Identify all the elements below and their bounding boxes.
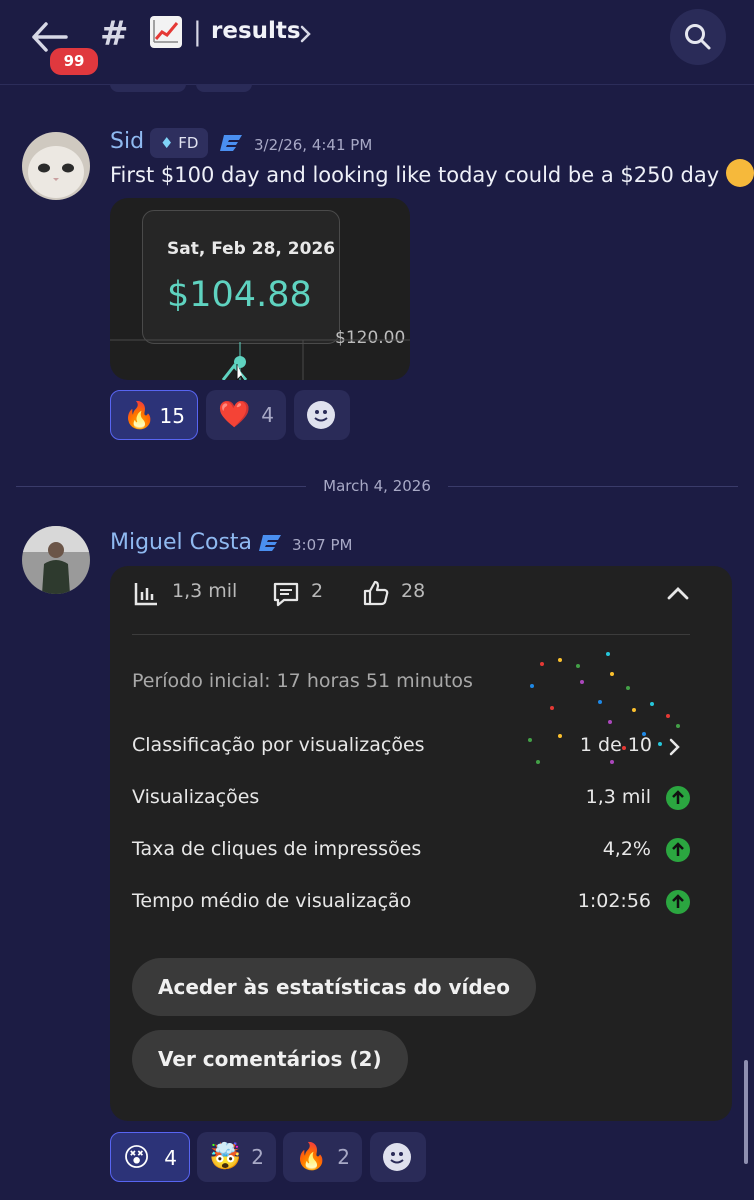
divider-line	[16, 486, 306, 487]
likes-count: 28	[401, 580, 426, 602]
stat-value: 4,2%	[602, 838, 651, 860]
trend-up-icon	[666, 786, 690, 810]
dizzy-face-emoji: 😵	[123, 1143, 151, 1173]
partying-face-emoji	[725, 159, 754, 187]
channel-separator: |	[193, 17, 202, 47]
card-divider	[132, 634, 690, 635]
comments-count: 2	[311, 580, 324, 602]
reaction-count: 4	[164, 1146, 177, 1170]
stat-label: Tempo médio de visualização	[132, 890, 412, 912]
reaction-fire[interactable]: 🔥 15	[110, 390, 198, 440]
previous-reaction-stub	[110, 84, 186, 92]
username[interactable]: Sid	[110, 129, 144, 154]
scrollbar[interactable]	[744, 1060, 748, 1164]
trend-up-icon	[666, 838, 690, 862]
avatar[interactable]	[22, 132, 90, 200]
lock-hash-icon: #	[100, 14, 129, 54]
server-badge-icon	[220, 135, 242, 151]
bar-chart-icon	[134, 583, 157, 606]
reaction-exploding-head[interactable]: 🤯 2	[197, 1132, 276, 1182]
add-reaction-button[interactable]	[294, 390, 350, 440]
search-icon	[685, 24, 711, 50]
chevron-right-icon[interactable]	[300, 25, 312, 43]
gem-icon: ♦	[160, 134, 174, 152]
reaction-fire[interactable]: 🔥 2	[283, 1132, 362, 1182]
chart-lines	[110, 339, 410, 380]
exploding-head-emoji: 🤯	[209, 1142, 242, 1172]
timestamp: 3:07 PM	[292, 536, 353, 554]
channel-header: 99 # | results	[0, 0, 754, 85]
view-comments-button[interactable]: Ver comentários (2)	[132, 1030, 408, 1088]
stat-label: Classificação por visualizações	[132, 734, 425, 756]
avatar[interactable]	[22, 526, 90, 594]
add-reaction-button[interactable]	[370, 1132, 426, 1182]
stat-value: 1 de 10	[579, 734, 652, 756]
stat-label: Taxa de cliques de impressões	[132, 838, 422, 860]
video-stats-card[interactable]: 1,3 mil 2 28 Período inicial: 17 horas 5…	[110, 566, 732, 1121]
reaction-count: 4	[261, 403, 274, 427]
previous-reaction-stub	[196, 84, 252, 92]
timestamp: 3/2/26, 4:41 PM	[254, 136, 373, 154]
channel-name[interactable]: results	[211, 18, 301, 44]
reaction-count: 15	[159, 404, 185, 428]
add-reaction-icon	[383, 1143, 411, 1171]
search-button[interactable]	[670, 9, 726, 65]
add-reaction-icon	[307, 401, 335, 429]
views-count: 1,3 mil	[172, 580, 238, 602]
chevron-right-icon[interactable]	[668, 737, 682, 757]
reaction-count: 2	[337, 1145, 350, 1169]
chart-increasing-emoji	[150, 16, 182, 48]
unread-badge: 99	[47, 45, 101, 78]
stat-value: 1:02:56	[577, 890, 651, 912]
reaction-heart[interactable]: ❤️ 4	[206, 390, 286, 440]
stat-label: Visualizações	[132, 786, 260, 808]
thumbs-up-icon	[363, 580, 389, 606]
trend-up-icon	[666, 890, 690, 914]
message-text: First $100 day and looking like today co…	[110, 159, 754, 190]
chevron-up-icon[interactable]	[666, 584, 690, 602]
image-attachment[interactable]: Sat, Feb 28, 2026 $104.88 $120.00	[110, 198, 410, 380]
reaction-dizzy-face[interactable]: 😵 4	[110, 1132, 190, 1182]
fire-emoji: 🔥	[123, 401, 156, 431]
comment-icon	[273, 582, 299, 607]
tag-label: FD	[178, 134, 199, 152]
user-tag: ♦ FD	[150, 128, 209, 158]
video-stats-button[interactable]: Aceder às estatísticas do vídeo	[132, 958, 536, 1016]
stat-value: 1,3 mil	[585, 786, 651, 808]
divider-line	[448, 486, 738, 487]
date-divider: March 4, 2026	[323, 477, 431, 495]
fire-emoji: 🔥	[295, 1142, 328, 1172]
heart-emoji: ❤️	[218, 400, 251, 430]
reaction-count: 2	[251, 1145, 264, 1169]
username[interactable]: Miguel Costa	[110, 530, 252, 555]
initial-period: Período inicial: 17 horas 51 minutos	[132, 670, 473, 692]
server-badge-icon	[259, 535, 281, 551]
